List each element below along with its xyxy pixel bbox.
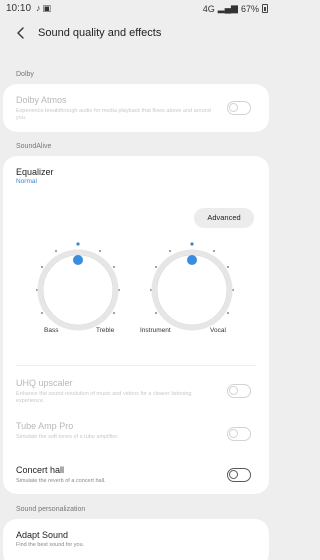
equalizer-dials [35, 242, 235, 331]
concert-hall-subtitle: Simulate the reverb of a concert hall. [16, 478, 106, 484]
app-header: Sound quality and effects [0, 22, 272, 48]
dolby-card: Dolby Atmos Experience breakthrough audi… [3, 84, 269, 132]
dial-tick [98, 249, 102, 253]
adapt-sound-title: Adapt Sound [16, 530, 69, 540]
dolby-atmos-subtitle: Experience breakthrough audio for media … [16, 108, 211, 121]
uhq-upscaler-title: UHQ upscaler [16, 378, 73, 388]
toggle-knob [229, 470, 238, 479]
signal-icon: ▂▄▆ [217, 3, 238, 13]
dial-label-treble: Treble [96, 327, 115, 334]
notification-icons: ♪▣ [36, 3, 53, 14]
bass-treble-dial[interactable] [35, 242, 121, 331]
dial-tick [54, 249, 58, 253]
dial-tick [154, 265, 158, 269]
section-label-soundalive: SoundAlive [16, 143, 52, 150]
dial-label-instrument: Instrument [140, 327, 171, 334]
concert-hall-title: Concert hall [16, 465, 65, 475]
dial-knob[interactable] [73, 255, 83, 265]
dial-tick [40, 311, 44, 315]
section-label-dolby: Dolby [16, 71, 34, 78]
dial-tick [226, 311, 230, 315]
gallery-icon: ▣ [42, 3, 54, 13]
section-label-personalization: Sound personalization [16, 506, 86, 513]
dial-label-vocal: Vocal [210, 327, 226, 334]
equalizer-value: Normal [16, 178, 37, 185]
toggle-knob [229, 103, 238, 112]
uhq-upscaler-row[interactable]: UHQ upscaler Enhance the sound resolutio… [3, 370, 269, 412]
network-type: 4G [202, 3, 215, 14]
dolby-atmos-toggle[interactable] [227, 101, 251, 115]
dial-top-marker [190, 242, 194, 246]
instrument-vocal-dial[interactable] [149, 242, 235, 331]
battery-percent: 67% [240, 3, 259, 14]
page-title: Sound quality and effects [38, 27, 162, 39]
dial-label-bass: Bass [44, 327, 59, 334]
dial-tick [226, 265, 230, 269]
status-right: 4G ▂▄▆ 67% [203, 3, 268, 14]
advanced-button[interactable]: Advanced [194, 208, 254, 228]
dial-ring [156, 254, 228, 326]
dial-knob[interactable] [187, 255, 197, 265]
uhq-upscaler-toggle[interactable] [227, 384, 251, 398]
arrow-left-icon[interactable] [14, 26, 28, 40]
dial-tick [212, 249, 216, 253]
personalization-card: Adapt Sound Find the best sound for you. [3, 519, 269, 560]
adapt-sound-subtitle: Find the best sound for you. [16, 542, 85, 548]
tube-amp-subtitle: Simulate the soft tones of a tube amplif… [16, 434, 119, 440]
dial-top-marker [76, 242, 80, 246]
concert-hall-toggle[interactable] [227, 468, 251, 482]
dolby-atmos-row[interactable]: Dolby Atmos Experience breakthrough audi… [3, 84, 269, 132]
uhq-upscaler-subtitle: Enhance the sound resolution of music an… [16, 391, 192, 404]
dial-tick [112, 265, 116, 269]
toggle-knob [229, 386, 238, 395]
dolby-atmos-title: Dolby Atmos [16, 95, 67, 105]
tube-amp-toggle[interactable] [227, 427, 251, 441]
dial-tick [154, 311, 158, 315]
concert-hall-row[interactable]: Concert hall Simulate the reverb of a co… [3, 458, 269, 492]
dial-tick [168, 249, 172, 253]
dial-tick [40, 265, 44, 269]
dial-tick [112, 311, 116, 315]
divider [16, 365, 256, 366]
tube-amp-row[interactable]: Tube Amp Pro Simulate the soft tones of … [3, 414, 269, 450]
tube-amp-title: Tube Amp Pro [16, 421, 74, 431]
adapt-sound-row[interactable]: Adapt Sound Find the best sound for you. [3, 519, 269, 560]
battery-icon [262, 4, 268, 13]
status-bar: 10:10 ♪▣ 4G ▂▄▆ 67% [0, 0, 272, 16]
status-time: 10:10 [6, 3, 32, 14]
dial-ring [42, 254, 114, 326]
equalizer-title[interactable]: Equalizer [16, 167, 54, 177]
toggle-knob [229, 429, 238, 438]
